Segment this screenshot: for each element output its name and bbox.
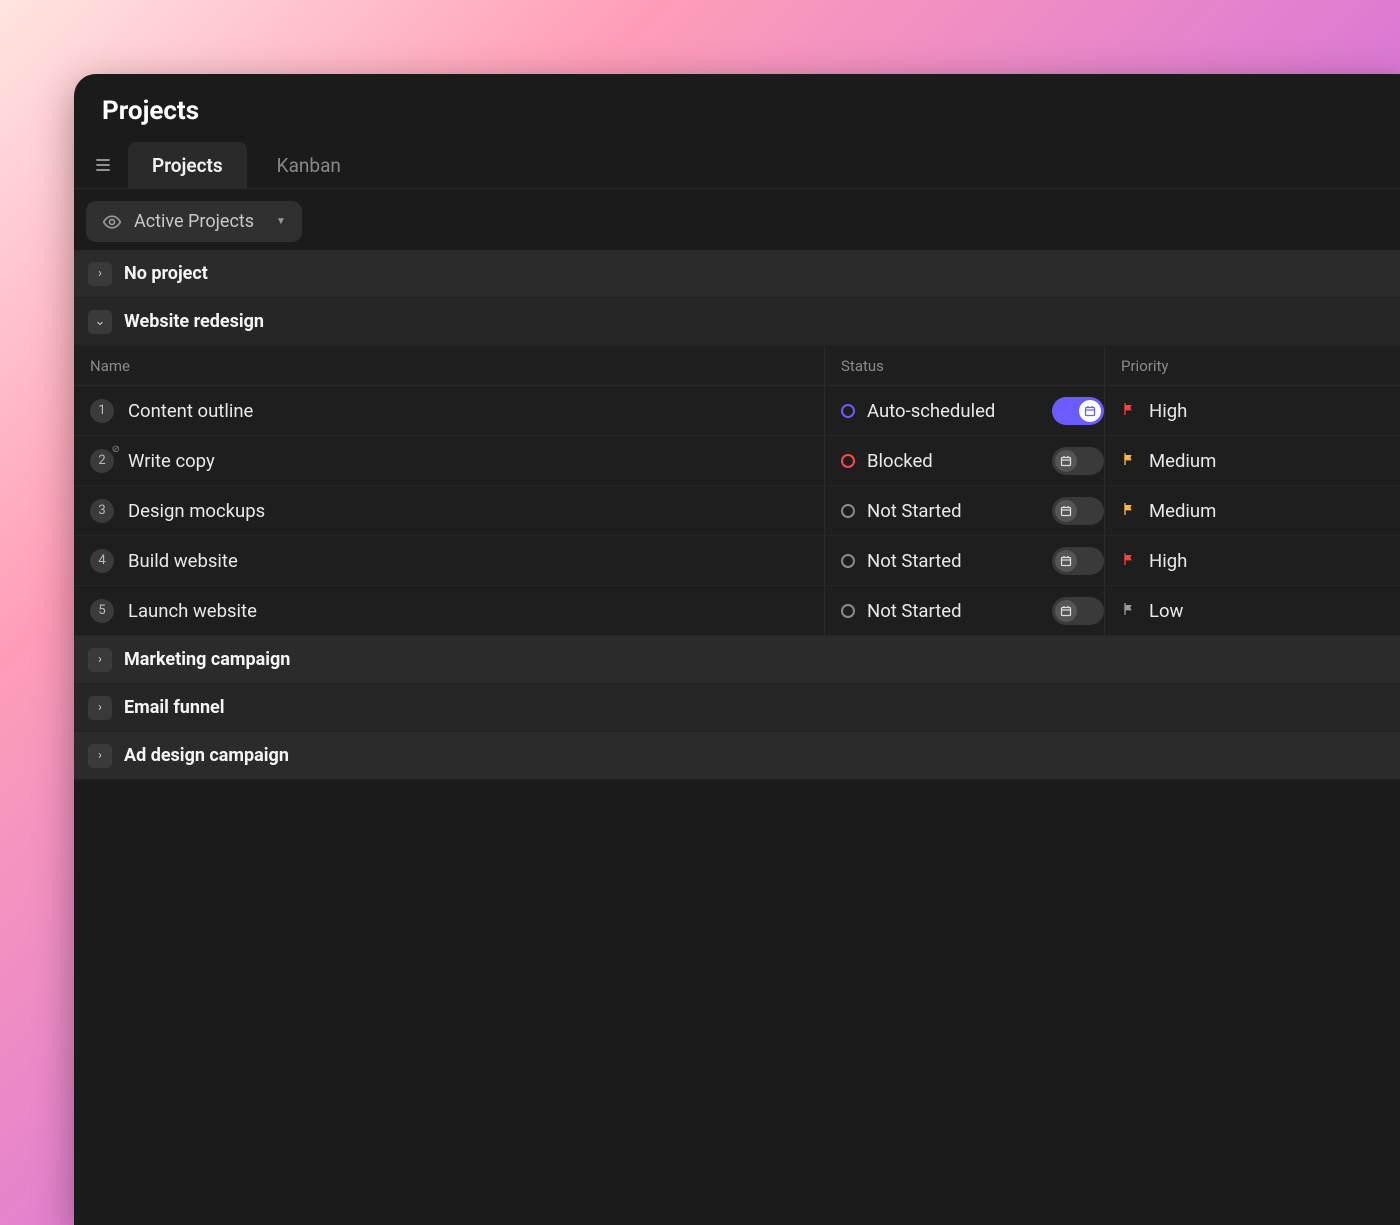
task-name-cell: 2⊘ Write copy xyxy=(90,449,824,473)
task-name: Build website xyxy=(128,550,238,572)
column-header-priority[interactable]: Priority xyxy=(1104,346,1384,385)
column-header-name[interactable]: Name xyxy=(90,357,824,375)
task-name-cell: 3 Design mockups xyxy=(90,499,824,523)
page-title: Projects xyxy=(74,74,1400,132)
eye-icon xyxy=(102,212,122,232)
view-filter-label: Active Projects xyxy=(134,211,254,232)
task-priority-cell[interactable]: Medium xyxy=(1104,436,1384,485)
task-priority-cell[interactable]: Low xyxy=(1104,586,1384,635)
flag-icon xyxy=(1121,601,1137,621)
group-header-website-redesign[interactable]: ⌄ Website redesign xyxy=(74,298,1400,346)
task-index-badge: 5 xyxy=(90,599,114,623)
flag-icon xyxy=(1121,451,1137,471)
calendar-icon xyxy=(1055,600,1077,622)
flag-icon xyxy=(1121,501,1137,521)
flag-icon xyxy=(1121,401,1137,421)
group-label: Website redesign xyxy=(124,311,264,332)
task-row[interactable]: 3 Design mockups Not Started Medium xyxy=(74,486,1400,536)
group-header-email-funnel[interactable]: › Email funnel xyxy=(74,684,1400,732)
group-label: Email funnel xyxy=(124,697,225,718)
tab-projects[interactable]: Projects xyxy=(128,142,247,188)
task-list: 1 Content outline Auto-scheduled High 2⊘ Writ… xyxy=(74,386,1400,636)
calendar-icon xyxy=(1055,500,1077,522)
task-name: Launch website xyxy=(128,600,257,622)
task-priority-label: Low xyxy=(1149,600,1183,622)
tab-kanban[interactable]: Kanban xyxy=(253,142,365,188)
task-priority-cell[interactable]: High xyxy=(1104,536,1384,585)
group-header-no-project[interactable]: › No project xyxy=(74,250,1400,298)
group-header-marketing-campaign[interactable]: › Marketing campaign xyxy=(74,636,1400,684)
group-label: Marketing campaign xyxy=(124,649,290,670)
task-index-badge: 1 xyxy=(90,399,114,423)
task-row[interactable]: 5 Launch website Not Started Low xyxy=(74,586,1400,636)
task-index-badge: 2⊘ xyxy=(90,449,114,473)
chevron-down-icon: ⌄ xyxy=(88,310,112,334)
task-status-cell[interactable]: Not Started xyxy=(824,536,1104,585)
hamburger-icon xyxy=(93,155,113,175)
tab-bar: Projects Kanban xyxy=(74,132,1400,189)
toolbar: Active Projects ▼ xyxy=(74,189,1400,250)
task-status-label: Not Started xyxy=(867,500,962,522)
task-name-cell: 5 Launch website xyxy=(90,599,824,623)
task-priority-label: High xyxy=(1149,400,1187,422)
task-status-cell[interactable]: Not Started xyxy=(824,486,1104,535)
status-circle-icon xyxy=(841,454,855,468)
task-priority-cell[interactable]: High xyxy=(1104,386,1384,435)
status-circle-icon xyxy=(841,554,855,568)
auto-schedule-toggle[interactable] xyxy=(1052,547,1104,575)
task-status-cell[interactable]: Not Started xyxy=(824,586,1104,635)
chevron-right-icon: › xyxy=(88,744,112,768)
task-status-cell[interactable]: Blocked xyxy=(824,436,1104,485)
app-window: Projects Projects Kanban Active Projects… xyxy=(74,74,1400,1225)
task-status-cell[interactable]: Auto-scheduled xyxy=(824,386,1104,435)
task-row[interactable]: 2⊘ Write copy Blocked Medium xyxy=(74,436,1400,486)
group-label: Ad design campaign xyxy=(124,745,289,766)
blocked-indicator-icon: ⊘ xyxy=(112,444,120,455)
hamburger-menu-button[interactable] xyxy=(84,146,122,184)
task-priority-label: Medium xyxy=(1149,450,1216,472)
chevron-right-icon: › xyxy=(88,262,112,286)
task-status-label: Auto-scheduled xyxy=(867,400,995,422)
task-status-label: Blocked xyxy=(867,450,933,472)
chevron-right-icon: › xyxy=(88,648,112,672)
chevron-down-icon: ▼ xyxy=(276,216,286,227)
task-index-badge: 4 xyxy=(90,549,114,573)
column-header-status[interactable]: Status xyxy=(824,346,1104,385)
group-header-ad-design-campaign[interactable]: › Ad design campaign xyxy=(74,732,1400,780)
view-filter-dropdown[interactable]: Active Projects ▼ xyxy=(86,201,302,242)
calendar-icon xyxy=(1079,400,1101,422)
calendar-icon xyxy=(1055,450,1077,472)
group-label: No project xyxy=(124,263,208,284)
status-circle-icon xyxy=(841,604,855,618)
task-name: Write copy xyxy=(128,450,215,472)
column-headers: Name Status Priority xyxy=(74,346,1400,386)
calendar-icon xyxy=(1055,550,1077,572)
task-status-label: Not Started xyxy=(867,550,962,572)
status-circle-icon xyxy=(841,404,855,418)
chevron-right-icon: › xyxy=(88,696,112,720)
task-name: Content outline xyxy=(128,400,253,422)
task-row[interactable]: 4 Build website Not Started High xyxy=(74,536,1400,586)
auto-schedule-toggle[interactable] xyxy=(1052,497,1104,525)
task-name-cell: 1 Content outline xyxy=(90,399,824,423)
auto-schedule-toggle[interactable] xyxy=(1052,447,1104,475)
task-name: Design mockups xyxy=(128,500,265,522)
task-row[interactable]: 1 Content outline Auto-scheduled High xyxy=(74,386,1400,436)
task-priority-label: High xyxy=(1149,550,1187,572)
auto-schedule-toggle[interactable] xyxy=(1052,397,1104,425)
auto-schedule-toggle[interactable] xyxy=(1052,597,1104,625)
task-priority-label: Medium xyxy=(1149,500,1216,522)
status-circle-icon xyxy=(841,504,855,518)
task-priority-cell[interactable]: Medium xyxy=(1104,486,1384,535)
task-index-badge: 3 xyxy=(90,499,114,523)
flag-icon xyxy=(1121,551,1137,571)
task-status-label: Not Started xyxy=(867,600,962,622)
task-name-cell: 4 Build website xyxy=(90,549,824,573)
